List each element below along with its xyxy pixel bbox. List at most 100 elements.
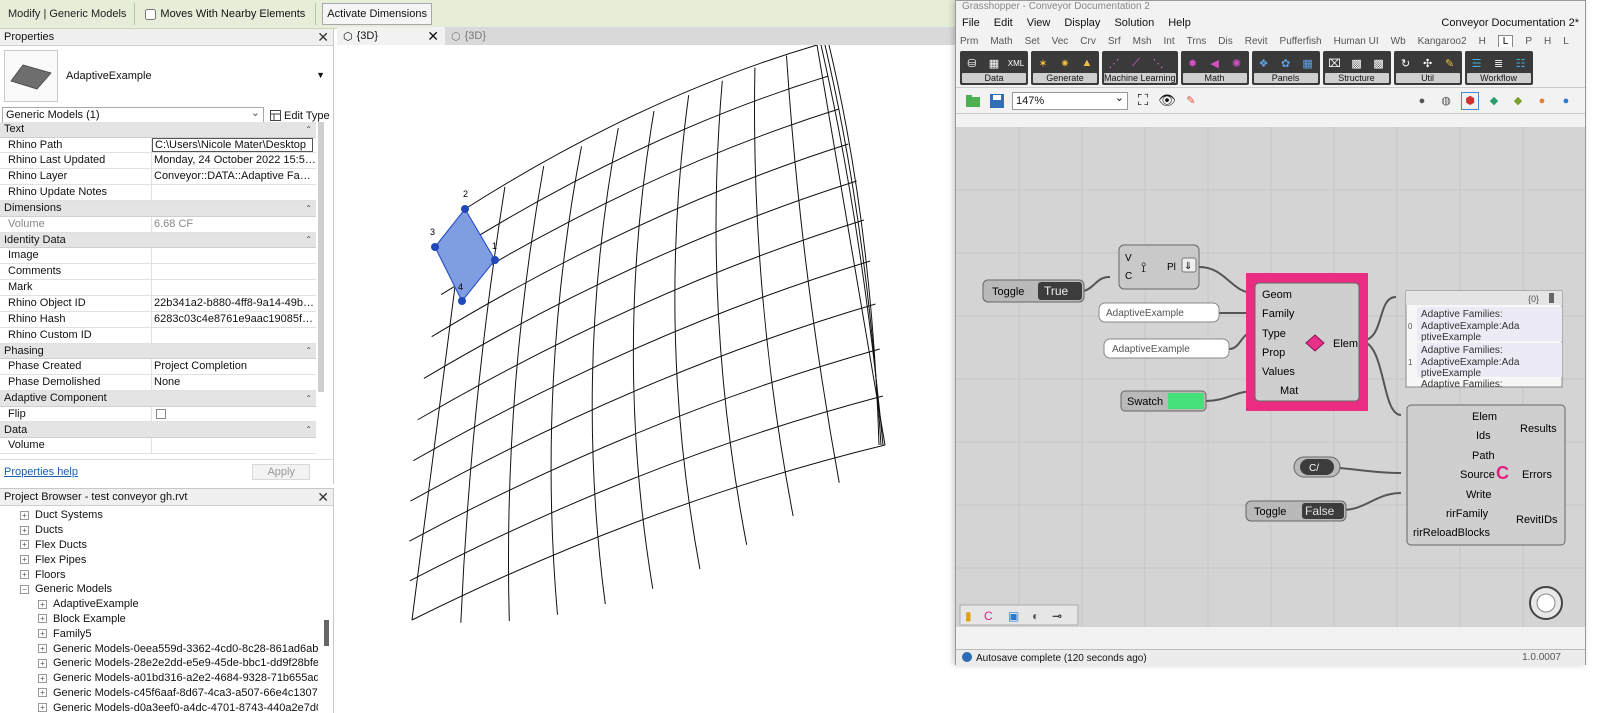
path-param-node[interactable]: C/ bbox=[1293, 456, 1341, 478]
prop-value[interactable]: Conveyor::DATA::Adaptive Famil... bbox=[152, 169, 316, 184]
preview-eye-icon[interactable]: 👁 bbox=[1158, 92, 1176, 110]
tab-kangaroo2[interactable]: Kangaroo2 bbox=[1418, 36, 1467, 47]
expand-icon[interactable]: + bbox=[38, 599, 47, 609]
math-icon[interactable]: ✹ bbox=[1183, 53, 1203, 73]
vertex-point-4[interactable] bbox=[458, 297, 466, 305]
vertex-point-1[interactable] bbox=[491, 256, 499, 264]
util-icon[interactable]: ✎ bbox=[1440, 53, 1460, 73]
math-icon[interactable]: ✺ bbox=[1227, 53, 1247, 73]
family-text-panel[interactable]: AdaptiveExample bbox=[1098, 302, 1220, 323]
menu-view[interactable]: View bbox=[1027, 17, 1051, 29]
tree-node[interactable]: + Ducts bbox=[0, 523, 318, 538]
expand-icon[interactable]: + bbox=[20, 510, 29, 520]
colour-swatch[interactable]: Swatch bbox=[1120, 390, 1207, 412]
boolean-toggle-true[interactable]: Toggle True bbox=[982, 279, 1085, 303]
pl-component[interactable]: V C Pl ⟟ ⇓ bbox=[1118, 244, 1200, 290]
collapse-icon[interactable]: − bbox=[20, 584, 29, 594]
tree-node[interactable]: + Generic Models-a01bd316-a2e2-4684-9328-… bbox=[0, 671, 318, 686]
sketch-icon[interactable]: ✎ bbox=[1182, 92, 1200, 110]
gh-canvas[interactable]: Toggle True V C Pl ⟟ ⇓ AdaptiveExample A… bbox=[956, 127, 1585, 627]
menu-edit[interactable]: Edit bbox=[994, 17, 1013, 29]
group-adaptive-component[interactable]: Adaptive Component ⌃ bbox=[0, 390, 316, 407]
moves-with-nearby-checkbox[interactable]: Moves With Nearby Elements bbox=[135, 3, 317, 25]
close-icon[interactable]: ✕ bbox=[317, 490, 329, 504]
prop-value[interactable]: None bbox=[152, 375, 316, 390]
layers-icon[interactable]: ☷ bbox=[1511, 53, 1531, 73]
prop-value[interactable] bbox=[152, 328, 316, 343]
expand-icon[interactable]: + bbox=[20, 525, 29, 535]
tab-3d-active[interactable]: ⬡ {3D} ✕ bbox=[337, 27, 445, 45]
flip-checkbox[interactable] bbox=[156, 408, 166, 419]
tab-trns[interactable]: Trns bbox=[1187, 36, 1207, 47]
widget-icon[interactable]: ▣ bbox=[1008, 609, 1019, 623]
conveyor-widget-icon[interactable]: C bbox=[984, 609, 993, 623]
generate-icon[interactable]: ✶ bbox=[1033, 53, 1053, 73]
warning-icon[interactable]: ▲ bbox=[1077, 53, 1097, 73]
tab-srf[interactable]: Srf bbox=[1108, 36, 1121, 47]
properties-help-link[interactable]: Properties help bbox=[4, 466, 78, 478]
expand-icon[interactable]: + bbox=[20, 540, 29, 550]
display-wire-icon[interactable]: ◍ bbox=[1437, 92, 1455, 110]
tree-node[interactable]: + Generic Models-c45f6aaf-8d67-4ca3-a507-… bbox=[0, 686, 318, 701]
tab-prm[interactable]: Prm bbox=[960, 36, 978, 47]
prop-value[interactable] bbox=[152, 438, 316, 453]
tree-node[interactable]: − Generic Models bbox=[0, 582, 318, 597]
expand-icon[interactable]: + bbox=[38, 658, 47, 668]
widget-icon[interactable]: ⊸ bbox=[1052, 609, 1062, 623]
tree-node[interactable]: + Block Example bbox=[0, 612, 318, 627]
type-selector[interactable]: AdaptiveExample ▼ bbox=[0, 46, 333, 106]
dropdown-icon[interactable]: ▼ bbox=[316, 70, 325, 80]
math-icon[interactable]: ◀ bbox=[1205, 53, 1225, 73]
preview-mesh-icon[interactable]: ◆ bbox=[1485, 92, 1503, 110]
tree-node[interactable]: + Generic Models-28e2e2dd-e5e9-45de-bbc1-… bbox=[0, 656, 318, 671]
vertex-point-3[interactable] bbox=[431, 243, 439, 251]
3d-viewport[interactable]: 1 2 3 4 bbox=[337, 45, 957, 713]
output-panel[interactable]: {0} 0 1 Adaptive Families: AdaptiveExamp… bbox=[1405, 290, 1563, 390]
browser-scrollbar-thumb[interactable] bbox=[324, 620, 329, 646]
tab-l2[interactable]: L bbox=[1563, 36, 1569, 47]
expand-icon[interactable]: + bbox=[38, 688, 47, 698]
tree-node[interactable]: + Generic Models-0eea559d-3362-4cd0-8c28-… bbox=[0, 641, 318, 656]
xml-icon[interactable]: XML bbox=[1006, 53, 1026, 73]
adaptive-component-node[interactable]: Geom Family Type Prop Values Mat Elem bbox=[1246, 273, 1368, 411]
group-dimensions[interactable]: Dimensions ⌃ bbox=[0, 201, 316, 217]
structure-icon[interactable]: ▩ bbox=[1369, 53, 1389, 73]
widget-icon[interactable]: ◐ bbox=[1032, 609, 1039, 623]
tab-h[interactable]: H bbox=[1479, 36, 1486, 47]
layers-icon[interactable]: ☰ bbox=[1467, 53, 1487, 73]
group-phasing[interactable]: Phasing ⌃ bbox=[0, 343, 316, 360]
structure-icon[interactable]: ⌧ bbox=[1325, 53, 1345, 73]
panels-icon[interactable]: ✿ bbox=[1276, 53, 1296, 73]
panels-icon[interactable]: ▦ bbox=[1298, 53, 1318, 73]
tab-p[interactable]: P bbox=[1525, 36, 1532, 47]
apply-button[interactable]: Apply bbox=[252, 463, 310, 480]
ml-icon[interactable]: ⋰ bbox=[1104, 53, 1124, 73]
expand-icon[interactable]: + bbox=[38, 703, 47, 713]
preview-color-icon[interactable]: ● bbox=[1533, 92, 1551, 110]
navigation-compass[interactable] bbox=[1529, 586, 1563, 620]
preview-mesh-icon[interactable]: ◆ bbox=[1509, 92, 1527, 110]
table-icon[interactable]: ▦ bbox=[984, 53, 1004, 73]
group-data[interactable]: Data ⌃ bbox=[0, 422, 316, 439]
expand-icon[interactable]: + bbox=[20, 555, 29, 565]
close-icon[interactable]: ✕ bbox=[317, 30, 329, 44]
display-shaded-icon[interactable]: ● bbox=[1413, 92, 1431, 110]
tree-node[interactable]: + Family5 bbox=[0, 626, 318, 641]
util-icon[interactable]: ✣ bbox=[1418, 53, 1438, 73]
tab-3d-inactive[interactable]: ⬡ {3D} bbox=[445, 27, 492, 45]
zoom-select[interactable]: 147% bbox=[1012, 90, 1128, 110]
prop-value[interactable] bbox=[152, 248, 316, 263]
tab-h2[interactable]: H bbox=[1544, 36, 1551, 47]
tree-node[interactable]: + Flex Ducts bbox=[0, 538, 318, 553]
prop-value[interactable]: 22b341a2-b880-4ff8-9a14-49bd... bbox=[152, 296, 316, 311]
menu-help[interactable]: Help bbox=[1168, 17, 1191, 29]
tab-int[interactable]: Int bbox=[1164, 36, 1175, 47]
properties-scrollbar[interactable] bbox=[318, 122, 324, 392]
menu-solution[interactable]: Solution bbox=[1114, 17, 1154, 29]
close-icon[interactable]: ✕ bbox=[427, 28, 439, 45]
prop-value-input[interactable]: C:\Users\Nicole Mater\Desktop bbox=[152, 137, 313, 153]
menu-file[interactable]: File bbox=[962, 17, 980, 29]
tab-dis[interactable]: Dis bbox=[1218, 36, 1232, 47]
tree-node[interactable]: + Flex Pipes bbox=[0, 552, 318, 567]
prop-value[interactable] bbox=[152, 280, 316, 295]
